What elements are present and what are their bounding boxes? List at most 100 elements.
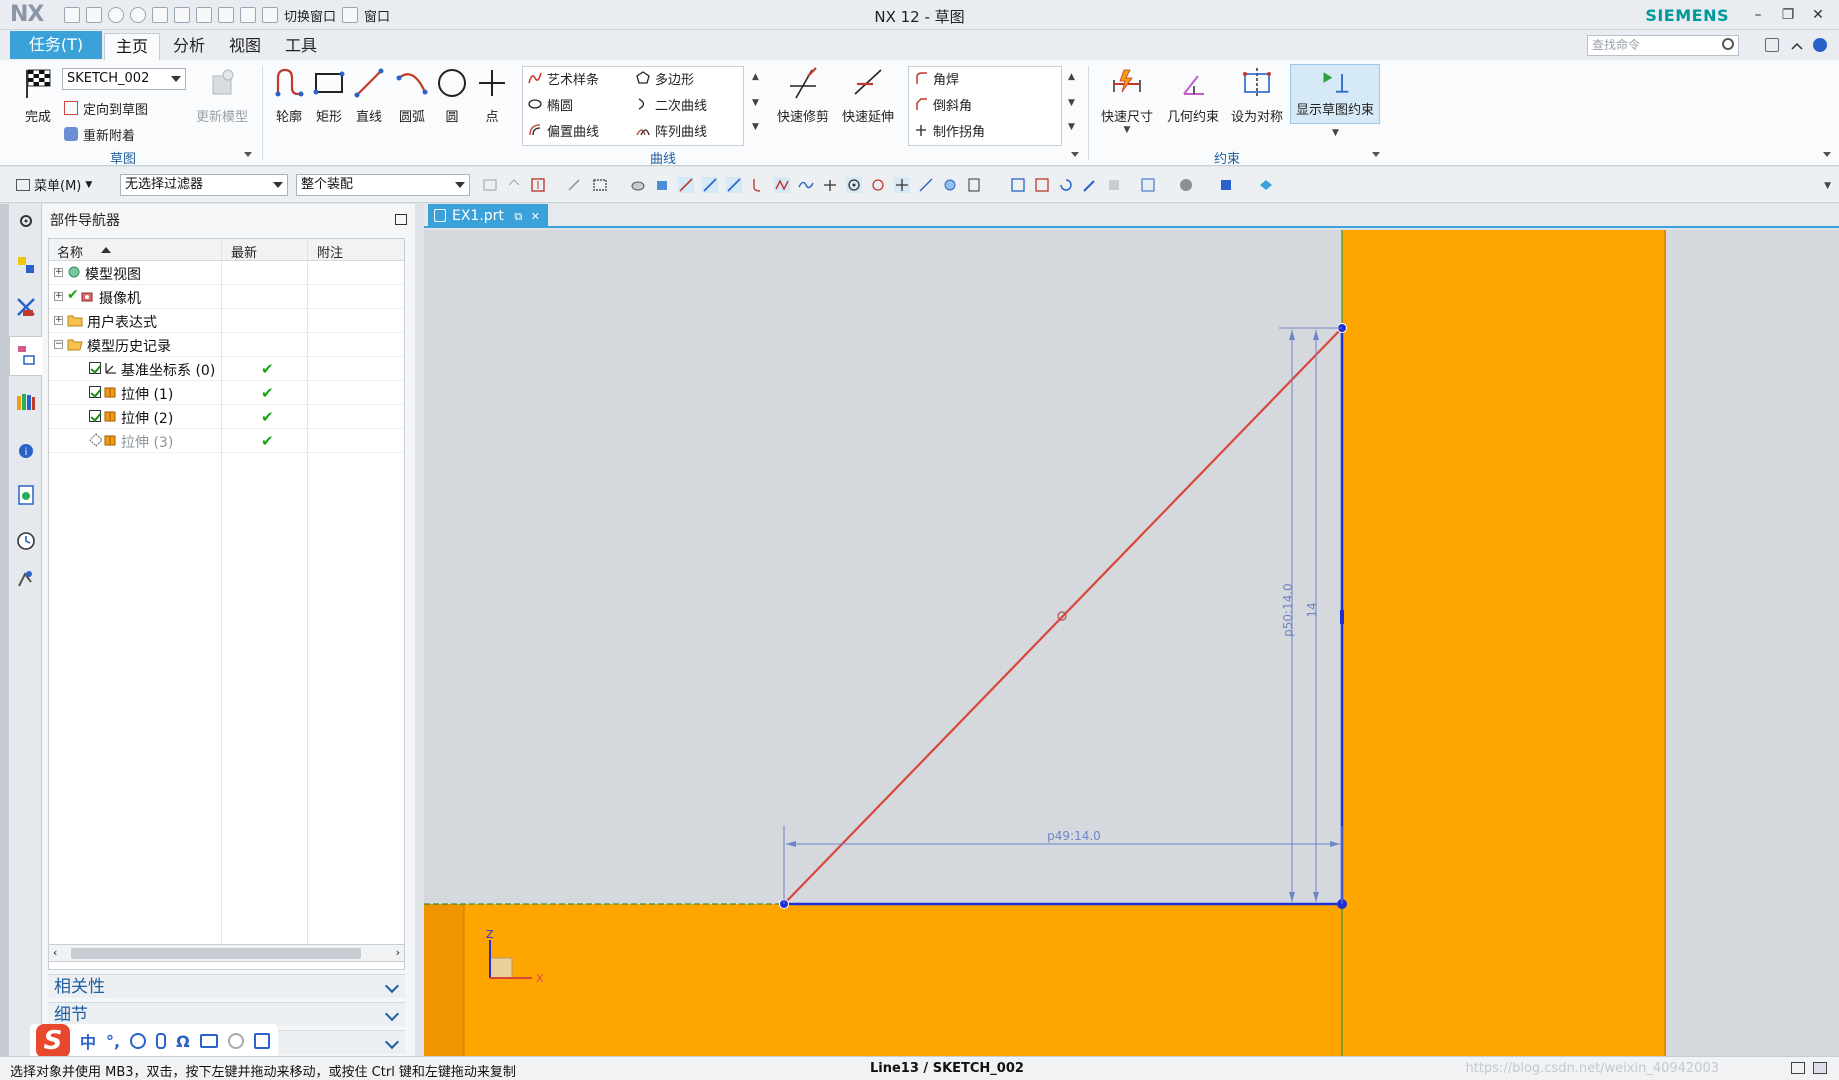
- ellipse-button[interactable]: 椭圆: [528, 94, 573, 114]
- gallery-expand-icon[interactable]: ▼: [752, 122, 759, 132]
- tree-row-model-history[interactable]: − 模型历史记录: [49, 333, 404, 357]
- emoji-icon[interactable]: [130, 1033, 147, 1049]
- ribbon-options-icon[interactable]: [1765, 38, 1779, 52]
- gallery-scroll-up-icon[interactable]: ▲: [752, 72, 759, 82]
- navigator-horizontal-scrollbar[interactable]: ‹ ›: [48, 944, 405, 962]
- orient-view-icon[interactable]: [1140, 177, 1156, 193]
- gallery-scroll-down-icon[interactable]: ▼: [752, 98, 759, 108]
- toolbox-icon[interactable]: [253, 1033, 270, 1049]
- chevron-down-icon[interactable]: [384, 978, 400, 994]
- make-corner-button[interactable]: 制作拐角: [914, 120, 985, 140]
- show-hide-icon[interactable]: [1258, 177, 1274, 193]
- tab-home[interactable]: 主页: [104, 33, 160, 60]
- conic-button[interactable]: 二次曲线: [636, 94, 707, 114]
- snap-spline-icon[interactable]: [798, 177, 814, 193]
- offset-curve-button[interactable]: 偏置曲线: [528, 120, 599, 140]
- snap-on-surface-icon[interactable]: [942, 177, 958, 193]
- perspective-icon[interactable]: [1106, 177, 1122, 193]
- rapid-dimension-button[interactable]: 快速尺寸 ▼: [1096, 66, 1158, 135]
- chevron-down-icon[interactable]: [384, 1034, 400, 1050]
- part-navigator-icon[interactable]: [15, 344, 37, 366]
- status-panel-icon[interactable]: [1813, 1062, 1827, 1074]
- update-model-button[interactable]: 更新模型: [192, 66, 252, 125]
- zoom-icon[interactable]: [1034, 177, 1050, 193]
- tree-row-extrude-2[interactable]: 拉伸 (2) ✔: [49, 405, 404, 429]
- selection-flag-icon[interactable]: [1791, 1062, 1805, 1074]
- punctuation-icon[interactable]: °,: [106, 1032, 120, 1051]
- details-section[interactable]: 细节: [48, 1002, 405, 1026]
- rotate-icon[interactable]: [1058, 177, 1074, 193]
- web-browser-icon[interactable]: [15, 484, 37, 506]
- chevron-down-icon[interactable]: [384, 1006, 400, 1022]
- pin-icon[interactable]: ⧉: [514, 210, 522, 223]
- quick-trim-button[interactable]: 快速修剪: [774, 66, 832, 125]
- profile-button[interactable]: 轮廓: [270, 66, 308, 125]
- command-search-input[interactable]: 查找命令: [1587, 35, 1739, 56]
- expand-icon[interactable]: +: [54, 268, 63, 277]
- snap-point-icon[interactable]: [530, 177, 546, 193]
- snap-perpendicular-icon[interactable]: [822, 177, 838, 193]
- corner-expand-icon[interactable]: ▼: [1068, 122, 1075, 132]
- maximize-panel-icon[interactable]: [395, 214, 407, 225]
- chamfer-button[interactable]: 倒斜角: [914, 94, 972, 114]
- display-constraints-dropdown-icon[interactable]: ▼: [1332, 128, 1339, 138]
- snap-existing-point-icon[interactable]: [894, 177, 910, 193]
- selection-scope-select[interactable]: 整个装配: [296, 174, 470, 196]
- rectangle-select-icon[interactable]: [592, 177, 608, 193]
- studio-spline-button[interactable]: 艺术样条: [528, 68, 599, 88]
- tree-row-user-expressions[interactable]: + 用户表达式: [49, 309, 404, 333]
- fillet-button[interactable]: 角焊: [914, 68, 959, 88]
- expand-icon[interactable]: +: [54, 316, 63, 325]
- microphone-icon[interactable]: [156, 1033, 167, 1049]
- scroll-right-icon[interactable]: ›: [396, 946, 400, 959]
- filter-settings-icon[interactable]: [482, 177, 498, 193]
- cube-view-icon[interactable]: [1218, 177, 1234, 193]
- close-tab-icon[interactable]: ✕: [531, 210, 540, 223]
- visibility-checkbox[interactable]: [89, 386, 101, 398]
- tree-row-cameras[interactable]: + ✔ 摄像机: [49, 285, 404, 309]
- search-icon[interactable]: [1722, 38, 1734, 50]
- tab-view[interactable]: 视图: [218, 33, 272, 60]
- snap-bounded-icon[interactable]: [966, 177, 982, 193]
- sketch-name-select[interactable]: SKETCH_002: [62, 68, 186, 90]
- column-name-header[interactable]: 名称: [57, 242, 83, 261]
- polygon-button[interactable]: 多边形: [636, 68, 694, 88]
- column-latest-header[interactable]: 最新: [231, 242, 257, 261]
- ime-mode-toggle[interactable]: 中: [80, 1029, 96, 1053]
- point-button[interactable]: 点: [474, 66, 510, 125]
- corner-scroll-down-icon[interactable]: ▼: [1068, 98, 1075, 108]
- restore-icon[interactable]: ❐: [1773, 4, 1803, 26]
- tree-row-extrude-3[interactable]: 拉伸 (3) ✔: [49, 429, 404, 453]
- system-scenes-icon[interactable]: [15, 568, 37, 590]
- history-icon[interactable]: [15, 530, 37, 552]
- column-comment-header[interactable]: 附注: [317, 242, 343, 261]
- suppressed-diamond-icon[interactable]: [89, 433, 103, 447]
- ribbon-overflow-icon[interactable]: [1823, 152, 1831, 157]
- snap-center-icon[interactable]: [846, 177, 862, 193]
- keyboard-icon[interactable]: [199, 1034, 218, 1048]
- collapse-ribbon-icon[interactable]: [1789, 38, 1803, 52]
- sort-ascending-icon[interactable]: [101, 247, 111, 253]
- close-icon[interactable]: ✕: [1803, 4, 1833, 26]
- snap-control-icon[interactable]: [750, 177, 766, 193]
- type-filter-select[interactable]: 无选择过滤器: [120, 174, 288, 196]
- rapid-dimension-dropdown-icon[interactable]: ▼: [1096, 125, 1158, 135]
- sogou-logo[interactable]: S: [36, 1024, 70, 1058]
- snap-mid-icon[interactable]: [726, 177, 742, 193]
- body-icon[interactable]: [654, 177, 670, 193]
- group-expand-icon[interactable]: [244, 152, 252, 157]
- finish-sketch-button[interactable]: 完成: [18, 66, 58, 125]
- pattern-curve-button[interactable]: 阵列曲线: [636, 120, 707, 140]
- display-sketch-constraints-button[interactable]: 显示草图约束: [1290, 64, 1380, 124]
- line-button[interactable]: 直线: [350, 66, 388, 125]
- tree-row-model-views[interactable]: + 模型视图: [49, 261, 404, 285]
- pan-icon[interactable]: [1082, 177, 1098, 193]
- reattach-button[interactable]: 重新附着: [64, 124, 135, 144]
- tab-tools[interactable]: 工具: [274, 33, 328, 60]
- tab-analysis[interactable]: 分析: [162, 33, 216, 60]
- circle-button[interactable]: 圆: [434, 66, 470, 125]
- dependencies-section[interactable]: 相关性: [48, 974, 405, 998]
- rectangle-button[interactable]: 矩形: [310, 66, 348, 125]
- fit-view-icon[interactable]: [1010, 177, 1026, 193]
- feature-icon[interactable]: [630, 177, 646, 193]
